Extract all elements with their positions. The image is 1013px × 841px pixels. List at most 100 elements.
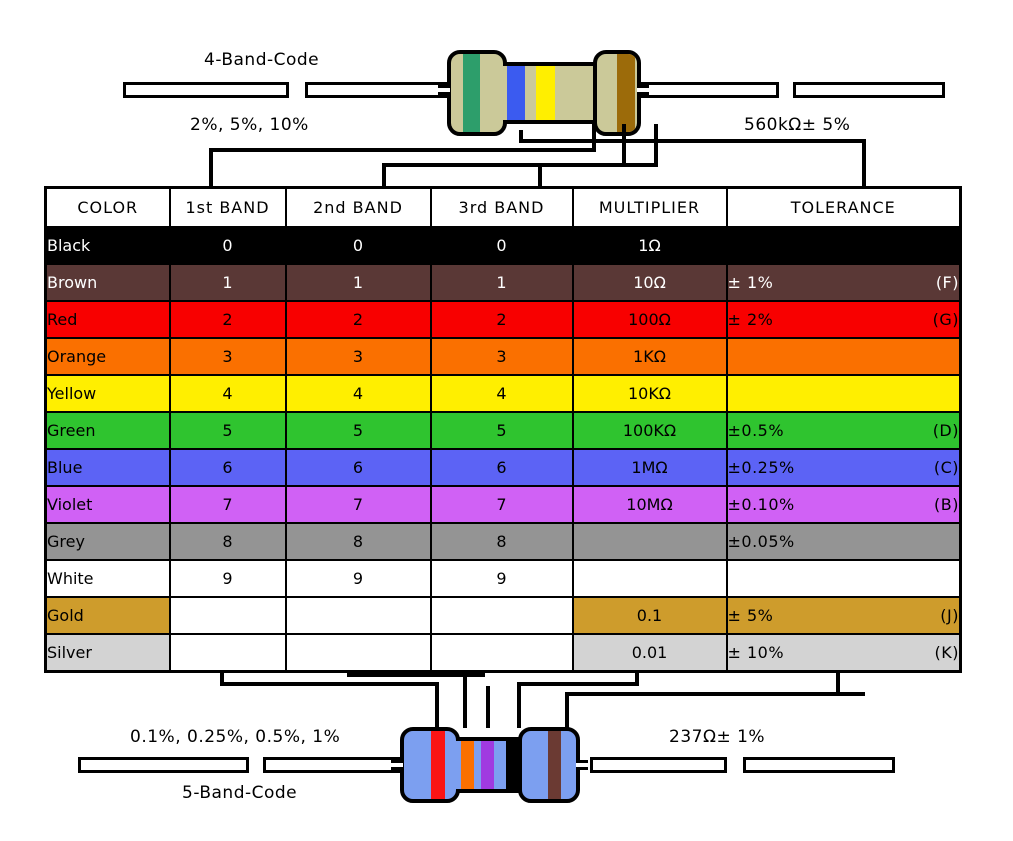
- cell-band1-white: 9: [168, 559, 287, 598]
- cell-tolerance-violet: ±0.10% (B): [725, 485, 962, 524]
- table-row: Yellow 4 4 4 10KΩ: [44, 374, 962, 413]
- top-lead-bar-left-inner: [305, 82, 447, 98]
- cell-band3-brown: 1: [429, 263, 574, 302]
- cell-color-name-gold: Gold: [44, 596, 171, 635]
- cell-color-name-black: Black: [44, 226, 171, 265]
- cell-band3-grey: 8: [429, 522, 574, 561]
- cell-band3-red: 2: [429, 300, 574, 339]
- table-row: Brown 1 1 1 10Ω ± 1% (F): [44, 263, 962, 302]
- top-resistor-right-bulb: [593, 50, 641, 136]
- bottom-2nd-band-orange: [461, 741, 474, 789]
- tolerance-code: (J): [940, 606, 959, 625]
- bottom-diagram-title: 5-Band-Code: [182, 783, 298, 803]
- tolerance-value: ± 2%: [727, 310, 774, 329]
- top-pointer-tolerance-horz: [519, 139, 866, 143]
- cell-band3-gold: [429, 596, 574, 635]
- cell-band3-violet: 7: [429, 485, 574, 524]
- table-row: Silver 0.01 ± 10% (K): [44, 633, 962, 673]
- tolerance-value: ±0.05%: [727, 532, 795, 551]
- bottom-pointer-multiplier-horz: [517, 682, 639, 686]
- top-pointer-multiplier-vert: [654, 124, 658, 166]
- cell-band2-white: 9: [284, 559, 432, 598]
- table-header-row: COLOR 1st BAND 2nd BAND 3rd BAND MULTIPL…: [44, 186, 962, 228]
- bottom-diagram-tolerance-list: 0.1%, 0.25%, 0.5%, 1%: [130, 727, 341, 747]
- resistor-color-code-chart: 4-Band-Code 2%, 5%, 10% 560kΩ± 5% COLOR …: [0, 0, 1013, 841]
- cell-band3-blue: 6: [429, 448, 574, 487]
- cell-color-name-red: Red: [44, 300, 171, 339]
- top-diagram-value: 560kΩ± 5%: [744, 115, 851, 135]
- cell-color-name-green: Green: [44, 411, 171, 450]
- cell-band2-grey: 8: [284, 522, 432, 561]
- bottom-pointer-multiplier-stub: [635, 671, 639, 684]
- top-tolerance-band-brown: [617, 54, 635, 132]
- bottom-resistor-left-bulb: [400, 727, 460, 803]
- bottom-resistor-waist: [456, 737, 524, 793]
- top-pointer-tolerance-list-vert: [209, 148, 213, 186]
- bottom-wire-stub-right: [576, 760, 588, 770]
- cell-multiplier-gold: 0.1: [571, 596, 728, 635]
- cell-tolerance-brown: ± 1% (F): [725, 263, 962, 302]
- top-pointer-tolerance-stub: [519, 130, 523, 142]
- col-header-2nd-band: 2nd BAND: [284, 186, 432, 228]
- bottom-pointer-tolerance-stub: [836, 671, 840, 694]
- cell-multiplier-orange: 1KΩ: [571, 337, 728, 376]
- bottom-pointer-band1-vert: [435, 682, 439, 728]
- cell-band1-red: 2: [168, 300, 287, 339]
- cell-tolerance-grey: ±0.05%: [725, 522, 962, 561]
- top-diagram-tolerance-list: 2%, 5%, 10%: [190, 115, 309, 135]
- top-diagram-title: 4-Band-Code: [204, 50, 320, 70]
- col-header-tolerance: TOLERANCE: [725, 186, 962, 228]
- top-resistor-left-bulb: [447, 50, 507, 136]
- cell-multiplier-black: 1Ω: [571, 226, 728, 265]
- col-header-multiplier: MULTIPLIER: [571, 186, 728, 228]
- cell-band3-silver: [429, 633, 574, 673]
- cell-band2-black: 0: [284, 226, 432, 265]
- cell-multiplier-white: [571, 559, 728, 598]
- col-header-1st-band: 1st BAND: [168, 186, 287, 228]
- cell-multiplier-red: 100Ω: [571, 300, 728, 339]
- col-header-color: COLOR: [44, 186, 171, 228]
- table-row: Violet 7 7 7 10MΩ ±0.10% (B): [44, 485, 962, 524]
- table-row: White 9 9 9: [44, 559, 962, 598]
- tolerance-value: ±0.25%: [727, 458, 795, 477]
- cell-band1-green: 5: [168, 411, 287, 450]
- top-pointer-tolerance-list-horz: [209, 148, 596, 152]
- bottom-pointer-band3-vert: [486, 686, 490, 728]
- table-row: Gold 0.1 ± 5% (J): [44, 596, 962, 635]
- top-lead-bar-left-outer: [123, 82, 289, 98]
- cell-multiplier-silver: 0.01: [571, 633, 728, 673]
- top-resistor-waist: [503, 62, 599, 124]
- cell-band3-white: 9: [429, 559, 574, 598]
- table-row: Green 5 5 5 100KΩ ±0.5% (D): [44, 411, 962, 450]
- bottom-pointer-band2-stub: [347, 671, 351, 677]
- bottom-3rd-band-violet: [481, 741, 494, 789]
- cell-color-name-blue: Blue: [44, 448, 171, 487]
- cell-band3-orange: 3: [429, 337, 574, 376]
- cell-band1-silver: [168, 633, 287, 673]
- bottom-resistor-right-bulb: [518, 727, 580, 803]
- cell-band1-black: 0: [168, 226, 287, 265]
- bottom-tolerance-band-brown: [548, 731, 561, 799]
- cell-color-name-violet: Violet: [44, 485, 171, 524]
- cell-band2-silver: [284, 633, 432, 673]
- cell-multiplier-grey: [571, 522, 728, 561]
- cell-tolerance-gold: ± 5% (J): [725, 596, 962, 635]
- cell-band1-brown: 1: [168, 263, 287, 302]
- top-wire-stub-right: [637, 85, 649, 95]
- cell-band2-brown: 1: [284, 263, 432, 302]
- bottom-pointer-tolerance-horz: [565, 692, 865, 696]
- bottom-1st-band-red: [431, 731, 445, 799]
- cell-multiplier-green: 100KΩ: [571, 411, 728, 450]
- cell-band2-gold: [284, 596, 432, 635]
- tolerance-value: ± 5%: [727, 606, 774, 625]
- top-wire-stub-left: [438, 85, 450, 95]
- cell-band1-grey: 8: [168, 522, 287, 561]
- tolerance-code: (F): [935, 273, 959, 292]
- cell-band1-orange: 3: [168, 337, 287, 376]
- cell-band2-orange: 3: [284, 337, 432, 376]
- cell-band3-black: 0: [429, 226, 574, 265]
- top-1st-band-green: [463, 54, 480, 132]
- cell-multiplier-brown: 10Ω: [571, 263, 728, 302]
- table-row: Red 2 2 2 100Ω ± 2% (G): [44, 300, 962, 339]
- cell-tolerance-black: [725, 226, 962, 265]
